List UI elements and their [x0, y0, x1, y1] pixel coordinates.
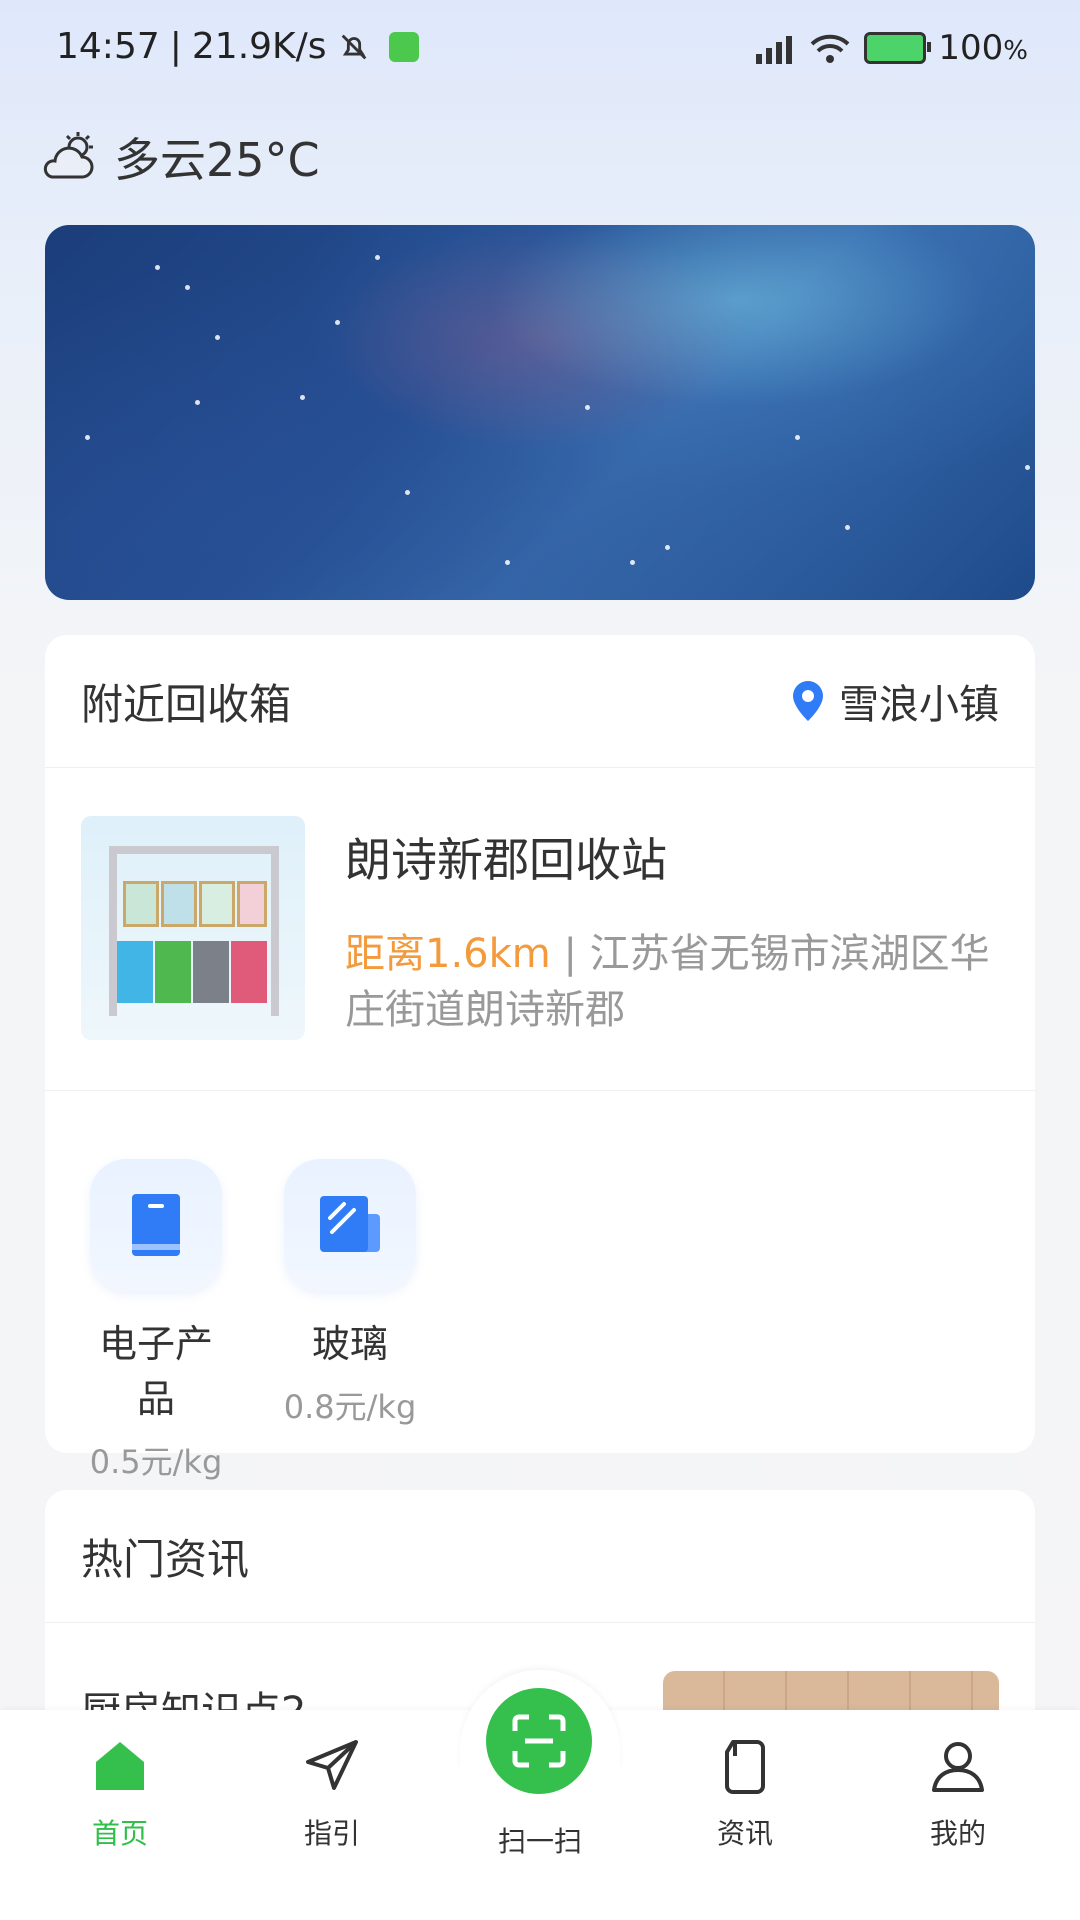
- bottom-nav: 首页 指引 扫一扫 资讯 我的: [0, 1670, 1080, 1920]
- station-image: [81, 816, 305, 1040]
- user-icon: [932, 1742, 984, 1792]
- nav-home[interactable]: 首页: [50, 1736, 190, 1852]
- nav-me-label: 我的: [929, 1817, 986, 1850]
- star: [795, 435, 800, 440]
- nearby-title: 附近回收箱: [81, 679, 292, 729]
- banner-image[interactable]: [45, 225, 1035, 600]
- nearby-recycling-card: 附近回收箱 雪浪小镇 朗诗新郡回收站 距离1.6km | 江苏省无锡市滨湖区华庄…: [45, 635, 1035, 1481]
- star: [1025, 465, 1030, 470]
- location-selector[interactable]: 雪浪小镇: [791, 672, 999, 730]
- glass-icon: [284, 1159, 416, 1291]
- app-notification-icon: [388, 31, 419, 62]
- star: [185, 285, 190, 290]
- star: [155, 265, 160, 270]
- status-time: 14:57: [56, 26, 160, 67]
- station-info: 朗诗新郡回收站 距离1.6km | 江苏省无锡市滨湖区华庄街道朗诗新郡: [345, 816, 999, 1042]
- cloud-sun-icon: [43, 132, 94, 179]
- document-icon: [725, 1740, 765, 1794]
- category-price: 0.8元/kg: [283, 1388, 417, 1426]
- location-pin-icon: [793, 681, 823, 721]
- weather-text: 多云25°C: [114, 133, 320, 187]
- nav-news[interactable]: 资讯: [675, 1736, 815, 1852]
- station-item[interactable]: 朗诗新郡回收站 距离1.6km | 江苏省无锡市滨湖区华庄街道朗诗新郡: [45, 768, 1035, 1091]
- category-list: 电子产品 0.5元/kg 玻璃 0.8元/kg: [45, 1091, 1035, 1483]
- status-right: 100%: [750, 28, 1028, 68]
- star: [335, 320, 340, 325]
- weather: 多云25°C: [38, 124, 320, 190]
- category-glass[interactable]: 玻璃 0.8元/kg: [275, 1159, 425, 1483]
- news-title: 热门资讯: [81, 1534, 250, 1584]
- news-header: 热门资讯: [45, 1490, 1035, 1623]
- nav-scan-button[interactable]: [486, 1688, 592, 1794]
- category-electronics[interactable]: 电子产品 0.5元/kg: [81, 1159, 231, 1483]
- status-left: 14:57 | 21.9K/s: [56, 26, 419, 67]
- station-distance: 距离1.6km: [345, 931, 551, 977]
- home-icon: [96, 1742, 144, 1790]
- nav-news-label: 资讯: [716, 1817, 773, 1850]
- nav-scan-label[interactable]: 扫一扫: [470, 1820, 610, 1860]
- nav-guide-label: 指引: [303, 1817, 360, 1850]
- star: [405, 490, 410, 495]
- station-separator: |: [563, 931, 577, 977]
- category-price: 0.5元/kg: [89, 1443, 223, 1481]
- scan-icon: [512, 1714, 566, 1768]
- bell-off-icon: [341, 34, 366, 59]
- star: [215, 335, 220, 340]
- nav-me[interactable]: 我的: [888, 1736, 1028, 1852]
- nav-home-label: 首页: [91, 1817, 148, 1850]
- star: [85, 435, 90, 440]
- station-meta: 距离1.6km | 江苏省无锡市滨湖区华庄街道朗诗新郡: [345, 926, 999, 1038]
- star: [845, 525, 850, 530]
- star: [300, 395, 305, 400]
- book-icon: [90, 1159, 222, 1291]
- star: [375, 255, 380, 260]
- battery-level: 100%: [938, 28, 1028, 68]
- star: [505, 560, 510, 565]
- category-name: 玻璃: [311, 1322, 388, 1366]
- star: [630, 560, 635, 565]
- category-name: 电子产品: [98, 1322, 213, 1421]
- nearby-header: 附近回收箱 雪浪小镇: [45, 635, 1035, 768]
- wifi-icon: [810, 34, 850, 63]
- status-bar: 14:57 | 21.9K/s 100%: [0, 0, 1080, 100]
- station-name: 朗诗新郡回收站: [345, 833, 667, 887]
- status-speed: 21.9K/s: [191, 26, 327, 67]
- star: [195, 400, 200, 405]
- location-label: 雪浪小镇: [839, 682, 999, 728]
- star: [665, 545, 670, 550]
- star: [585, 405, 590, 410]
- signal-icon: [756, 36, 793, 64]
- send-icon: [306, 1740, 358, 1790]
- battery-icon: [864, 32, 932, 64]
- status-divider: |: [169, 26, 182, 67]
- nav-guide[interactable]: 指引: [262, 1736, 402, 1852]
